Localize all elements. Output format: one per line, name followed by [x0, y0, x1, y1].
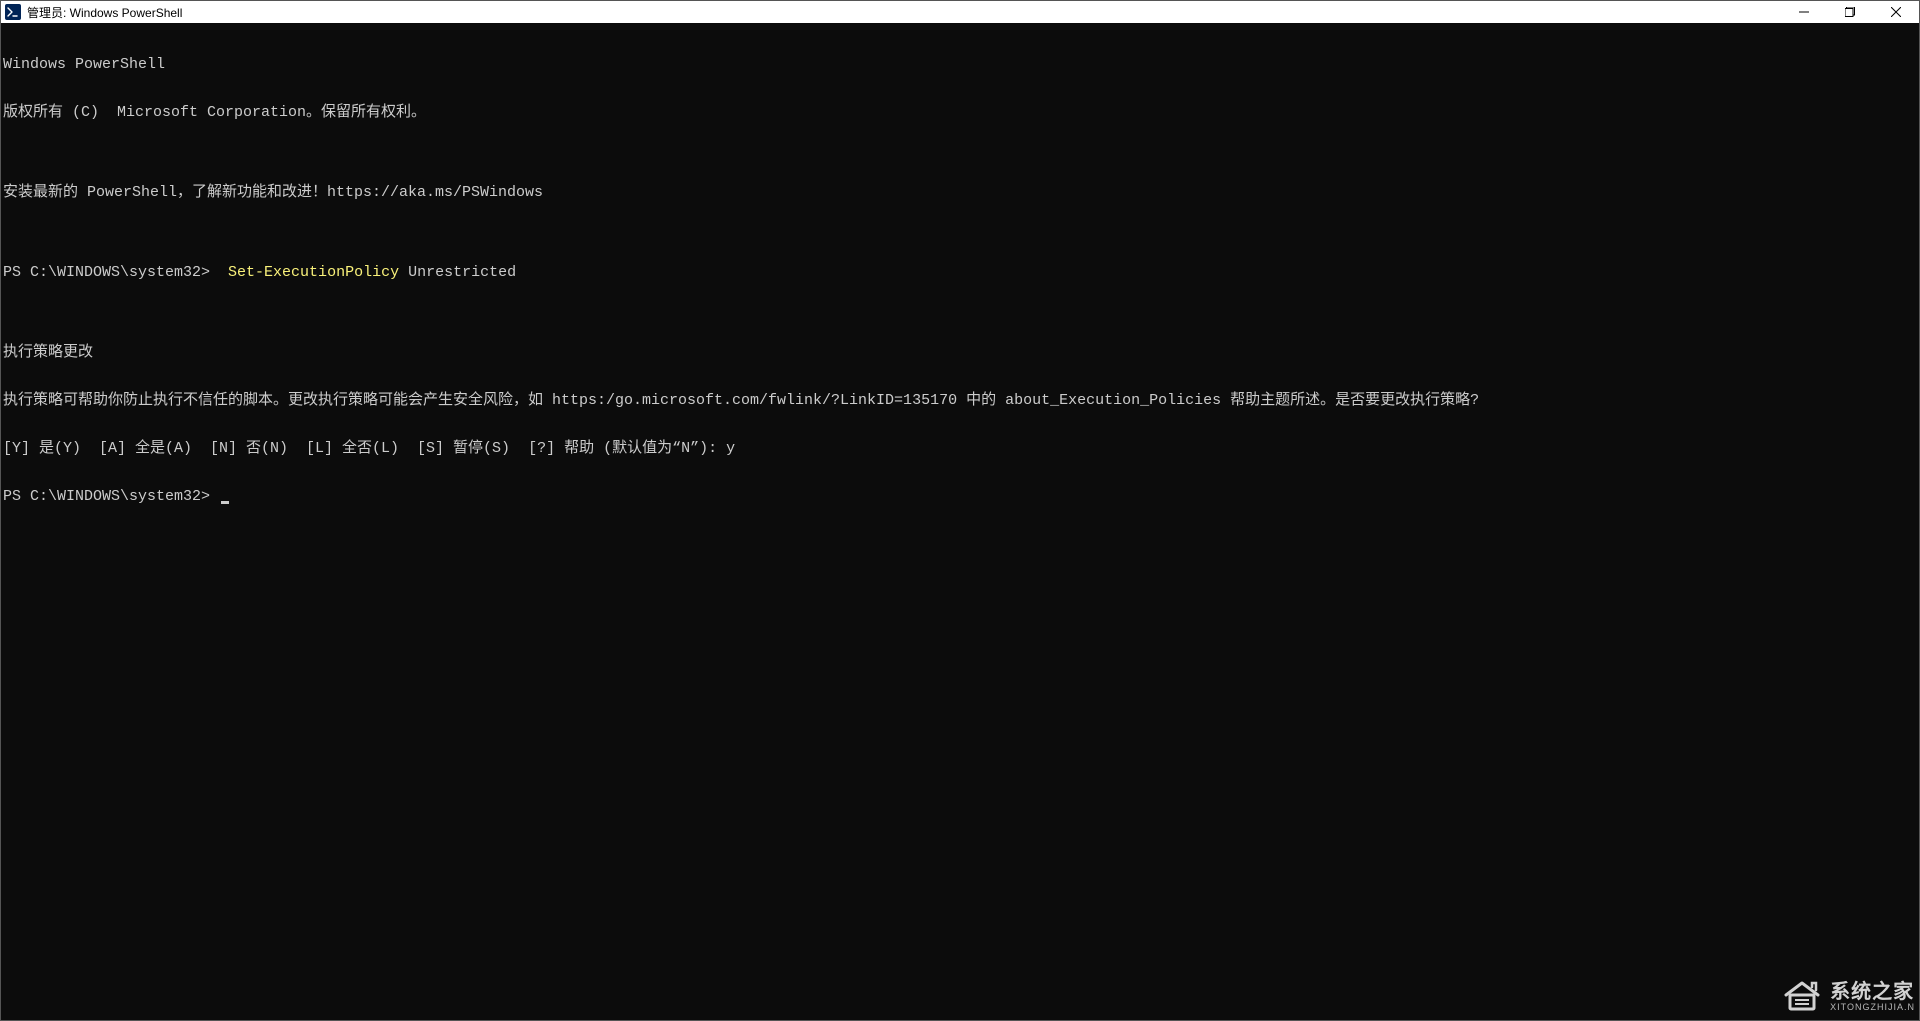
command-name: Set-ExecutionPolicy	[228, 264, 399, 281]
terminal-line: 版权所有 (C) Microsoft Corporation。保留所有权利。	[3, 105, 1919, 121]
minimize-button[interactable]	[1781, 1, 1827, 23]
prompt-prefix: PS C:\WINDOWS\system32>	[3, 488, 219, 505]
terminal-body[interactable]: Windows PowerShell 版权所有 (C) Microsoft Co…	[1, 23, 1919, 1020]
close-button[interactable]	[1873, 1, 1919, 23]
watermark: 系统之家 XITONGZHIJIA.N	[1782, 979, 1915, 1016]
terminal-line: PS C:\WINDOWS\system32>	[3, 489, 1919, 505]
window-controls	[1781, 1, 1919, 23]
prompt-prefix: PS C:\WINDOWS\system32>	[3, 264, 228, 281]
powershell-icon	[5, 4, 21, 20]
watermark-title: 系统之家	[1830, 982, 1915, 1003]
terminal-line: [Y] 是(Y) [A] 全是(A) [N] 否(N) [L] 全否(L) [S…	[3, 441, 1919, 457]
powershell-window: 管理员: Windows PowerShell Windows PowerShe…	[0, 0, 1920, 1021]
terminal-line: PS C:\WINDOWS\system32> Set-ExecutionPol…	[3, 265, 1919, 281]
window-title: 管理员: Windows PowerShell	[27, 4, 182, 21]
watermark-subtitle: XITONGZHIJIA.N	[1830, 1003, 1915, 1012]
house-icon	[1782, 979, 1822, 1016]
terminal-line: 执行策略更改	[3, 345, 1919, 361]
titlebar[interactable]: 管理员: Windows PowerShell	[1, 1, 1919, 23]
watermark-text: 系统之家 XITONGZHIJIA.N	[1830, 982, 1915, 1012]
terminal-line: Windows PowerShell	[3, 57, 1919, 73]
maximize-button[interactable]	[1827, 1, 1873, 23]
cursor-icon	[221, 501, 229, 504]
command-arg: Unrestricted	[399, 264, 516, 281]
terminal-line: 安装最新的 PowerShell，了解新功能和改进！https://aka.ms…	[3, 185, 1919, 201]
terminal-line: 执行策略可帮助你防止执行不信任的脚本。更改执行策略可能会产生安全风险，如 htt…	[3, 393, 1919, 409]
